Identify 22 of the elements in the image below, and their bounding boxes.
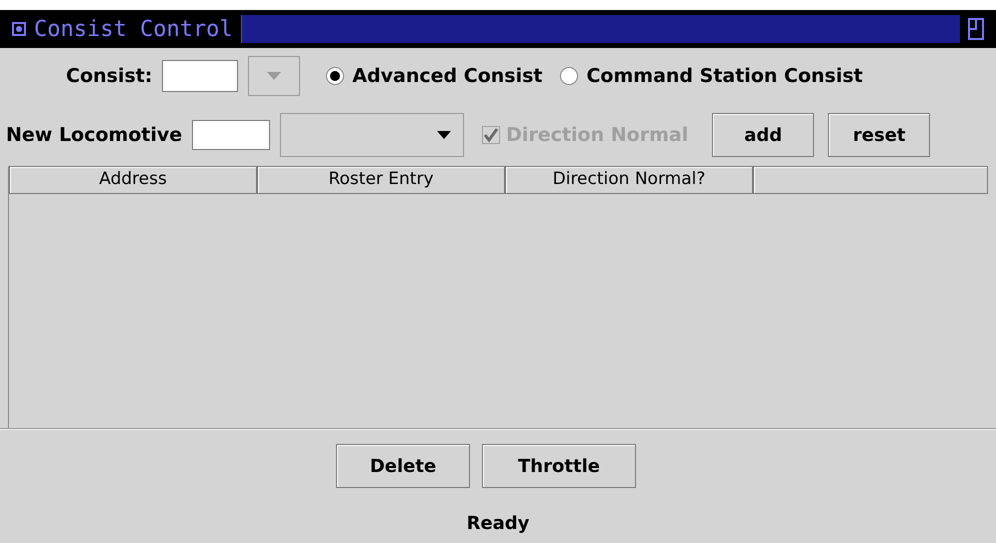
window-menu-icon[interactable] <box>12 22 26 36</box>
action-button[interactable]: Throttle <box>482 444 636 488</box>
window-title: Consist Control <box>34 16 233 44</box>
column-header[interactable] <box>753 166 988 194</box>
dropdown-arrow-icon <box>437 131 452 139</box>
maximize-icon[interactable] <box>968 18 984 40</box>
radio-label[interactable]: Command Station Consist <box>586 62 863 90</box>
action-button[interactable]: add <box>712 113 814 157</box>
radio-button[interactable] <box>560 67 578 85</box>
action-button[interactable]: reset <box>828 113 930 157</box>
status-text: Ready <box>466 512 530 536</box>
column-header[interactable]: Direction Normal? <box>505 166 753 194</box>
radio-label[interactable]: Advanced Consist <box>352 62 542 90</box>
column-header[interactable]: Address <box>9 166 257 194</box>
column-header[interactable]: Roster Entry <box>257 166 505 194</box>
action-button[interactable]: Delete <box>336 444 470 488</box>
locomotive-address-field[interactable] <box>192 120 270 150</box>
consist-field[interactable] <box>162 60 238 92</box>
radio-button[interactable] <box>326 67 344 85</box>
consist-label: Consist: <box>66 64 152 89</box>
new-locomotive-label: New Locomotive <box>6 122 182 148</box>
dropdown-arrow-icon <box>267 72 282 80</box>
